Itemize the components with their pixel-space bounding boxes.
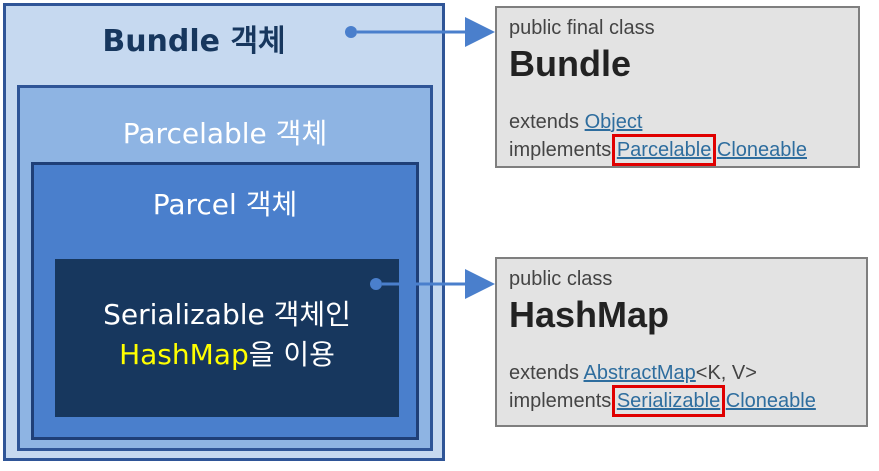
hashmap-modifiers: public class: [509, 268, 613, 290]
bundle-extends-line: extends Object: [509, 108, 846, 136]
hashmap-connector-dot: [370, 278, 382, 290]
bundle-implements-line: implements Parcelable Cloneable: [509, 134, 846, 166]
implements-keyword: implements: [509, 139, 612, 161]
object-link[interactable]: Object: [585, 111, 643, 133]
cloneable-link[interactable]: Cloneable: [726, 390, 816, 412]
generic-params: <K, V>: [695, 362, 757, 384]
cloneable-link[interactable]: Cloneable: [717, 139, 807, 161]
bundle-javadoc-card: public final class Bundle extends Object…: [495, 6, 860, 168]
extends-keyword: extends: [509, 111, 580, 133]
implements-keyword: implements: [509, 390, 612, 412]
bundle-modifiers: public final class: [509, 17, 655, 39]
diagram-stage: Bundle 객체 Parcelable 객체 Parcel 객체 Serial…: [0, 0, 879, 471]
hashmap-javadoc-card: public class HashMap extends AbstractMap…: [495, 257, 868, 427]
abstractmap-link[interactable]: AbstractMap: [584, 362, 696, 384]
hashmap-implements-line: implements Serializable Cloneable: [509, 385, 854, 417]
serializable-link[interactable]: Serializable: [611, 385, 726, 417]
bundle-class-name: Bundle: [509, 43, 631, 84]
hashmap-class-name: HashMap: [509, 294, 670, 335]
hashmap-extends-line: extends AbstractMap<K, V>: [509, 359, 854, 387]
parcelable-link[interactable]: Parcelable: [611, 134, 717, 166]
extends-keyword: extends: [509, 362, 580, 384]
bundle-connector-dot: [345, 26, 357, 38]
